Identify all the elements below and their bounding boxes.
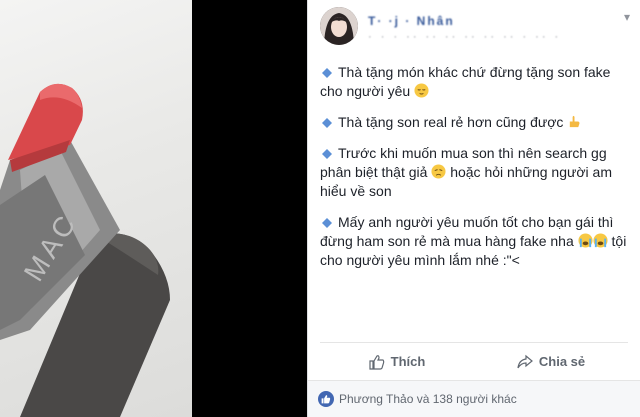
like-reaction-icon (318, 391, 334, 407)
facebook-post-card: T· ·j · Nhân · · · ·· ·· ·· ·· ·· ·· · ·… (307, 0, 640, 417)
post-paragraph: Mấy anh người yêu muốn tốt cho bạn gái t… (320, 213, 628, 270)
crying-faces-icon (578, 233, 608, 248)
post-actions-bar: Thích Chia sẻ (320, 342, 628, 380)
blue-diamond-icon (322, 149, 332, 159)
share-button[interactable]: Chia sẻ (474, 343, 628, 380)
pointing-hand-icon (570, 115, 580, 128)
author-avatar[interactable] (320, 7, 358, 45)
like-button[interactable]: Thích (320, 343, 474, 380)
paragraph-text: Mấy anh người yêu muốn tốt cho bạn gái t… (320, 214, 614, 249)
relieved-face-icon (414, 83, 429, 98)
author-name[interactable]: T· ·j · Nhân (368, 14, 455, 28)
paragraph-text: Thà tặng món khác chứ đừng tặng son fake… (320, 64, 611, 99)
reactions-text: Phương Thảo và 138 người khác (339, 392, 517, 406)
lipstick-photo: MAC (0, 0, 192, 417)
blue-diamond-icon (322, 68, 332, 78)
thumbs-up-icon (369, 354, 384, 370)
share-arrow-icon (517, 354, 533, 368)
post-paragraph: Thà tặng son real rẻ hơn cũng được (320, 113, 628, 132)
post-paragraph: Thà tặng món khác chứ đừng tặng son fake… (320, 63, 628, 101)
like-label: Thích (390, 354, 426, 369)
reactions-summary[interactable]: Phương Thảo và 138 người khác (308, 380, 640, 417)
paragraph-text: Thà tặng son real rẻ hơn cũng được (338, 114, 564, 130)
disappointed-face-icon (431, 164, 446, 179)
post-paragraph: Trước khi muốn mua son thì nên search gg… (320, 144, 628, 201)
post-menu-chevron-icon[interactable]: ▾ (624, 10, 630, 24)
post-meta: · · · ·· ·· ·· ·· ·· ·· · ·· · (368, 31, 562, 43)
lipstick-image: MAC (0, 83, 170, 417)
black-gap (192, 0, 307, 417)
blue-diamond-icon (322, 118, 332, 128)
share-label: Chia sẻ (538, 354, 586, 369)
blue-diamond-icon (322, 218, 332, 228)
post-body: Thà tặng món khác chứ đừng tặng son fake… (320, 63, 628, 282)
